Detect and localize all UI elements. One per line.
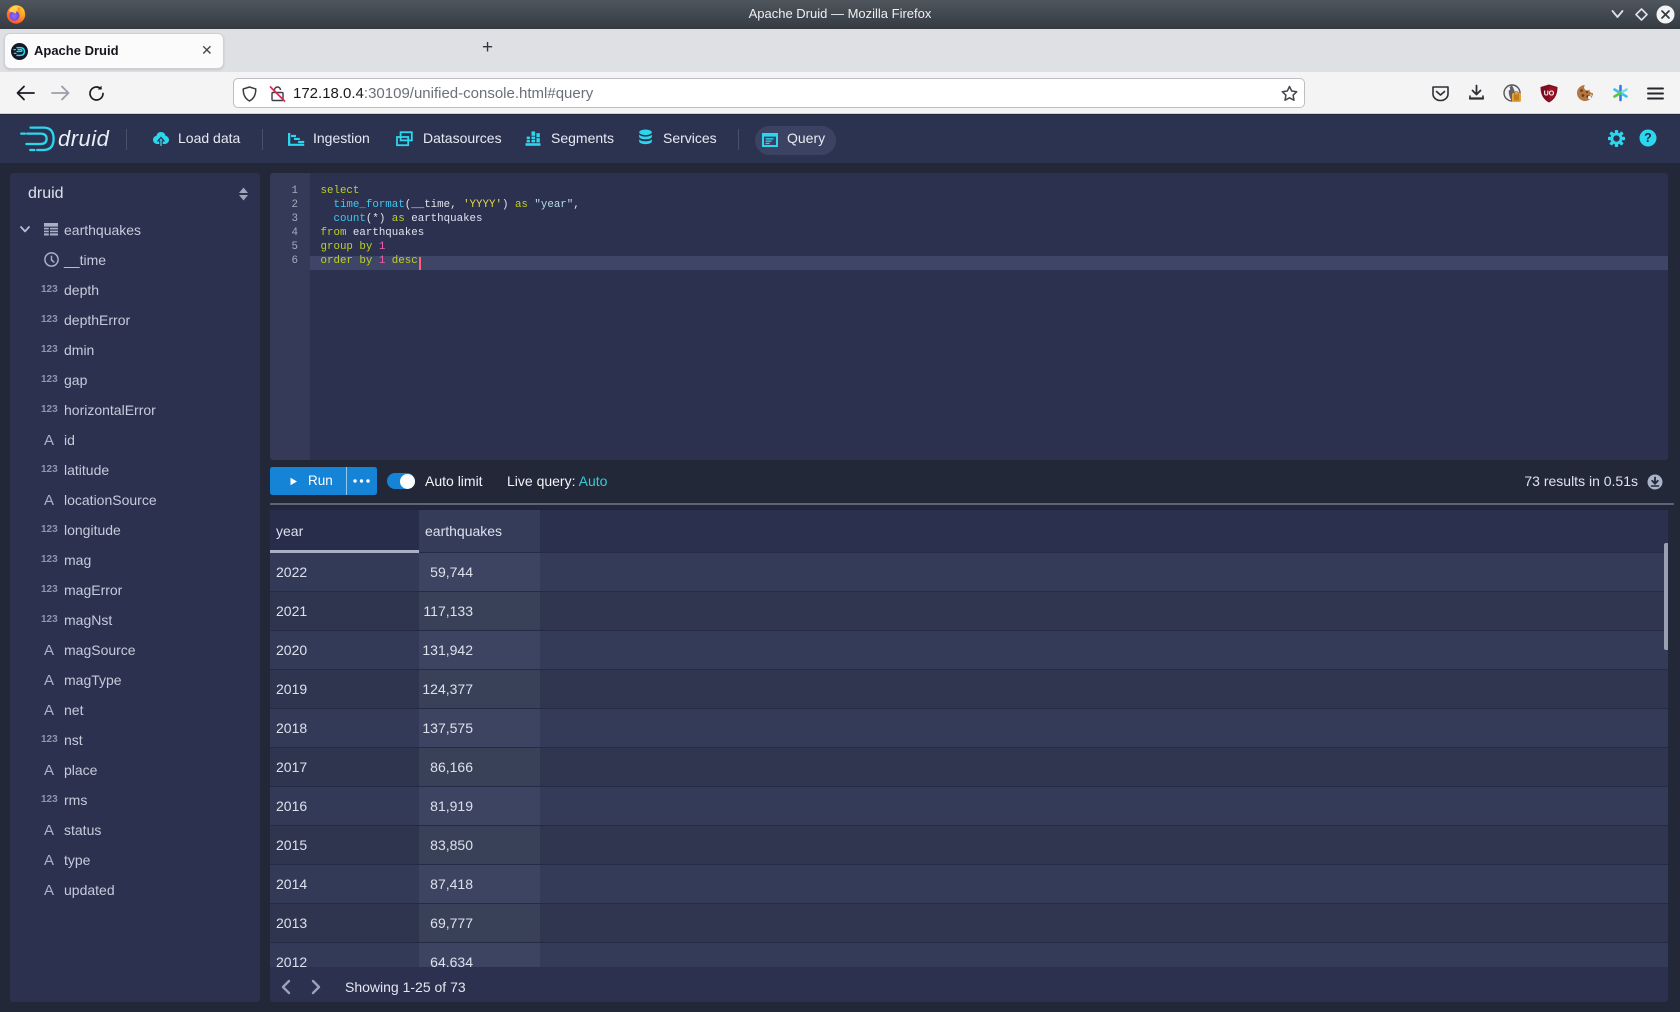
svg-text:UO: UO	[1544, 91, 1555, 98]
svg-text:?: ?	[1644, 131, 1652, 145]
